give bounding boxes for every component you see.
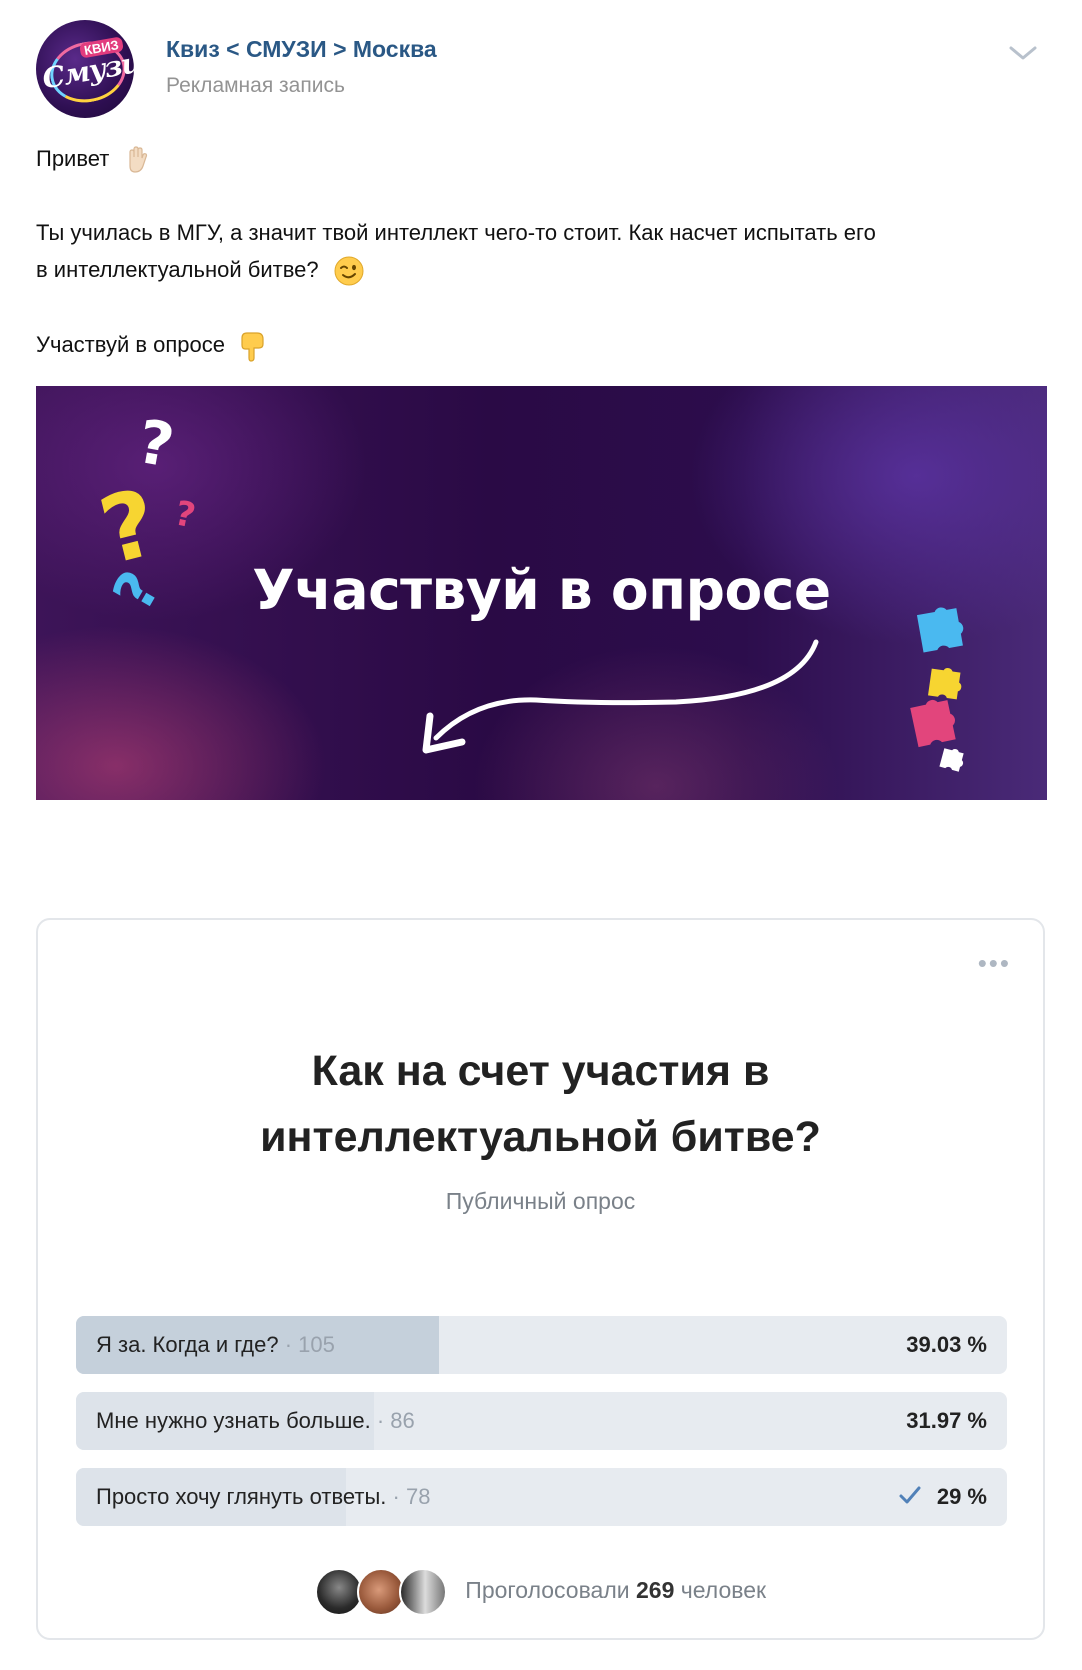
pointing-down-icon bbox=[241, 332, 264, 362]
puzzle-pieces-icon bbox=[910, 607, 964, 772]
voter-avatars[interactable] bbox=[314, 1568, 447, 1616]
more-options-icon[interactable]: ••• bbox=[978, 950, 1011, 976]
poll-option-label: Просто хочу глянуть ответы. bbox=[96, 1484, 387, 1509]
body-line-1: Ты училась в МГУ, а значит твой интеллек… bbox=[36, 220, 876, 245]
poll-card: ••• Как на счет участия в интеллектуальн… bbox=[36, 918, 1045, 1640]
ad-label: Рекламная запись bbox=[166, 74, 345, 97]
poll-option-count: · 86 bbox=[376, 1408, 415, 1433]
promo-banner-image[interactable]: ? ? ? ? Участвуй в опросе bbox=[36, 386, 1047, 800]
pink-question-mark-icon: ? bbox=[171, 493, 199, 536]
poll-question: Как на счет участия в интеллектуальной б… bbox=[38, 1038, 1043, 1170]
greeting-line: Привет bbox=[36, 140, 1046, 177]
community-avatar[interactable]: КВИЗ Смузи bbox=[36, 20, 134, 118]
poll-question-line-2: интеллектуальной битве? bbox=[260, 1113, 821, 1161]
poll-type-label: Публичный опрос bbox=[445, 1188, 636, 1214]
body-line-2: в интеллектуальной битве? bbox=[36, 257, 319, 282]
voters-summary[interactable]: Проголосовали 269 человек bbox=[38, 1568, 1043, 1616]
body-line-2-wrap: в интеллектуальной битве? bbox=[36, 251, 1046, 288]
poll-option-label-wrap: Просто хочу глянуть ответы. · 78 bbox=[96, 1484, 430, 1510]
voters-count: 269 bbox=[636, 1577, 675, 1604]
poll-question-line-1: Как на счет участия в bbox=[311, 1047, 770, 1095]
poll-option-label: Я за. Когда и где? bbox=[96, 1332, 279, 1357]
poll-option-label-wrap: Мне нужно узнать больше. · 86 bbox=[96, 1408, 415, 1434]
voter-avatar bbox=[314, 1568, 363, 1616]
poll-option[interactable]: Я за. Когда и где? · 105 39.03 % bbox=[76, 1316, 1007, 1374]
author-name-link[interactable]: Квиз < СМУЗИ > Москва bbox=[166, 36, 437, 63]
chevron-down-icon[interactable] bbox=[1008, 44, 1038, 62]
checkmark-icon bbox=[899, 1486, 921, 1504]
poll-option[interactable]: Мне нужно узнать больше. · 86 31.97 % bbox=[76, 1392, 1007, 1450]
cta-text: Участвуй в опросе bbox=[36, 332, 226, 357]
poll-option-count: · 105 bbox=[284, 1332, 335, 1357]
curved-arrow-icon bbox=[433, 639, 819, 741]
poll-option-label-wrap: Я за. Когда и где? · 105 bbox=[96, 1332, 335, 1358]
greeting-text: Привет bbox=[36, 146, 110, 171]
winking-face-icon bbox=[334, 256, 364, 286]
poll-option-percent: 29 % bbox=[936, 1484, 987, 1509]
cta-line: Участвуй в опросе bbox=[36, 326, 1046, 363]
post-header: КВИЗ Смузи Квиз < СМУЗИ > Москва Рекламн… bbox=[36, 20, 1046, 120]
voter-avatar bbox=[356, 1568, 405, 1616]
poll-option[interactable]: Просто хочу глянуть ответы. · 78 29 % bbox=[76, 1468, 1007, 1526]
poll-option-percent: 31.97 % bbox=[906, 1408, 987, 1433]
poll-option-count: · 78 bbox=[392, 1484, 431, 1509]
poll-option-percent: 39.03 % bbox=[906, 1332, 987, 1357]
voter-avatar bbox=[398, 1568, 447, 1616]
voters-prefix: Проголосовали bbox=[465, 1577, 630, 1604]
waving-hand-icon bbox=[129, 146, 148, 173]
banner-title: Участвуй в опросе bbox=[252, 558, 831, 622]
poll-option-label: Мне нужно узнать больше. bbox=[96, 1408, 371, 1433]
voters-suffix: человек bbox=[680, 1577, 767, 1604]
